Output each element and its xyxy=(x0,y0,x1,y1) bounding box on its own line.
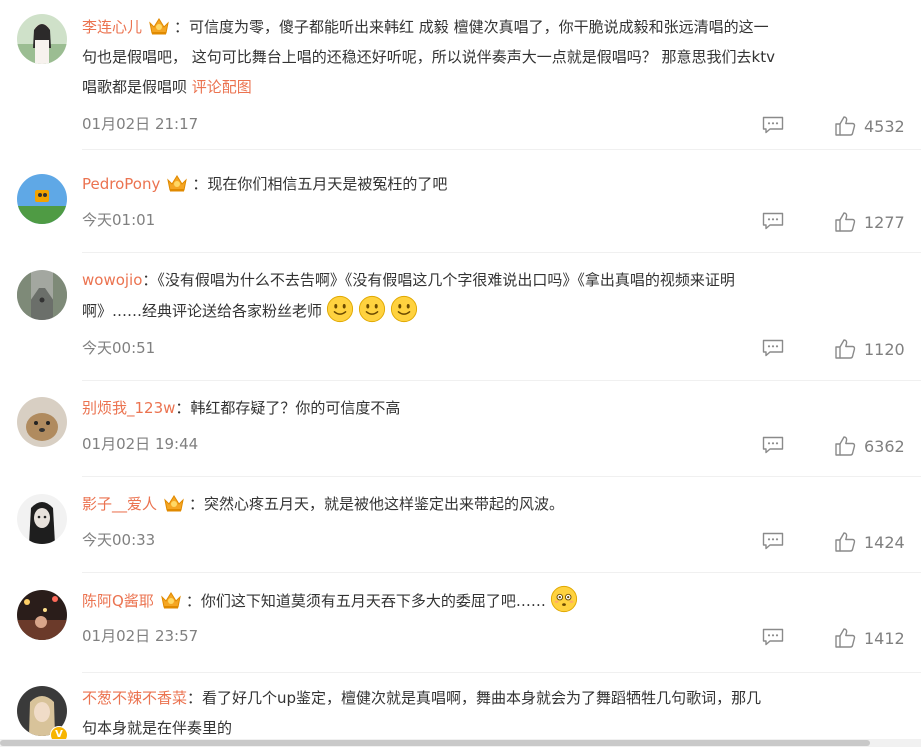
avatar[interactable] xyxy=(17,494,67,544)
comment-item: 陈阿Q酱耶 ：你们这下知道莫须有五月天吞下多大的委屈了吧…… 01月02日 23:… xyxy=(0,573,921,673)
thumbs-up-icon xyxy=(834,211,856,233)
scrollbar-thumb[interactable] xyxy=(0,740,870,746)
comment-body: 别烦我_123w：韩红都存疑了？你的可信度不高 xyxy=(82,393,909,423)
crown-icon xyxy=(163,493,185,513)
avatar[interactable] xyxy=(17,270,67,320)
smile-emoji-icon xyxy=(390,295,418,323)
like-count: 1120 xyxy=(864,339,905,359)
thumbs-up-icon xyxy=(834,338,856,360)
thumbs-up-icon xyxy=(834,435,856,457)
timestamp: 今天01:01 xyxy=(82,211,156,229)
comment-text: 现在你们相信五月天是被冤枉的了吧 xyxy=(207,175,448,193)
comment-text: 突然心疼五月天，就是被他这样鉴定出来带起的风波。 xyxy=(204,495,565,513)
like-button[interactable]: 6362 xyxy=(834,435,905,457)
comment-text: 韩红都存疑了？你的可信度不高 xyxy=(190,399,401,417)
comment-text: 可信度为零，傻子都能听出来韩红 成毅 檀健次真唱了，你干脆说成毅和张远清唱的这一 xyxy=(189,18,769,36)
avatar[interactable] xyxy=(17,397,67,447)
comment-body: 陈阿Q酱耶 ：你们这下知道莫须有五月天吞下多大的委屈了吧…… xyxy=(82,585,909,616)
comment-item: 李连心儿 ：可信度为零，傻子都能听出来韩红 成毅 檀健次真唱了，你干脆说成毅和张远… xyxy=(0,0,921,150)
username-link[interactable]: PedroPony xyxy=(82,175,160,193)
thumbs-up-icon xyxy=(834,531,856,553)
comment-text: 啊》……经典评论送给各家粉丝老师 xyxy=(82,302,323,320)
divider xyxy=(82,149,921,150)
comment-bubble-icon[interactable] xyxy=(762,116,784,134)
like-count: 6362 xyxy=(864,436,905,456)
comment-body: 李连心儿 ：可信度为零，傻子都能听出来韩红 成毅 檀健次真唱了，你干脆说成毅和张远… xyxy=(82,12,909,102)
timestamp: 01月02日 19:44 xyxy=(82,435,199,453)
thumbs-up-icon xyxy=(834,627,856,649)
smile-emoji-icon xyxy=(358,295,386,323)
comment-text: 你们这下知道莫须有五月天吞下多大的委屈了吧…… xyxy=(200,592,546,610)
username-link[interactable]: 别烦我_123w xyxy=(82,399,175,417)
comment-bubble-icon[interactable] xyxy=(762,628,784,646)
comment-item: V 不葱不辣不香菜：看了好几个up鉴定，檀健次就是真唱啊，舞曲本身就会为了舞蹈牺… xyxy=(0,673,921,747)
comment-bubble-icon[interactable] xyxy=(762,339,784,357)
timestamp: 01月02日 23:57 xyxy=(82,627,199,645)
username-link[interactable]: 李连心儿 xyxy=(82,18,142,36)
username-link[interactable]: wowojio xyxy=(82,271,142,289)
like-button[interactable]: 4532 xyxy=(834,115,905,137)
comment-body: PedroPony ：现在你们相信五月天是被冤枉的了吧 xyxy=(82,169,909,199)
comment-item: PedroPony ：现在你们相信五月天是被冤枉的了吧 今天01:01 1277 xyxy=(0,157,921,253)
username-link[interactable]: 不葱不辣不香菜 xyxy=(82,689,187,707)
username-link[interactable]: 影子__爱人 xyxy=(82,495,157,513)
crown-icon xyxy=(160,590,182,610)
timestamp: 今天00:51 xyxy=(82,339,156,357)
like-count: 1277 xyxy=(864,212,905,232)
like-count: 1424 xyxy=(864,532,905,552)
comment-body: wowojio：《没有假唱为什么不去告啊》《没有假唱这几个字很难说出口吗》《拿出… xyxy=(82,265,909,326)
comment-body: 不葱不辣不香菜：看了好几个up鉴定，檀健次就是真唱啊，舞曲本身就会为了舞蹈牺牲几… xyxy=(82,683,909,743)
like-count: 4532 xyxy=(864,116,905,136)
horizontal-scrollbar[interactable] xyxy=(0,739,921,747)
comment-body: 影子__爱人 ：突然心疼五月天，就是被他这样鉴定出来带起的风波。 xyxy=(82,489,909,519)
thumbs-up-icon xyxy=(834,115,856,137)
comment-bubble-icon[interactable] xyxy=(762,532,784,550)
comment-text: 句本身就是在伴奏里的 xyxy=(82,719,233,737)
comment-item: 影子__爱人 ：突然心疼五月天，就是被他这样鉴定出来带起的风波。 今天00:33 … xyxy=(0,477,921,573)
colon: ： xyxy=(175,399,191,417)
colon: ： xyxy=(187,689,203,707)
colon: ： xyxy=(142,271,158,289)
comment-bubble-icon[interactable] xyxy=(762,436,784,454)
comment-image-link[interactable]: 评论配图 xyxy=(192,78,252,96)
username-link[interactable]: 陈阿Q酱耶 xyxy=(82,592,154,610)
comment-text: 《没有假唱为什么不去告啊》《没有假唱这几个字很难说出口吗》《拿出真唱的视频来证明 xyxy=(157,271,735,289)
avatar[interactable] xyxy=(17,14,67,64)
like-button[interactable]: 1120 xyxy=(834,338,905,360)
colon: ： xyxy=(185,592,201,610)
like-button[interactable]: 1424 xyxy=(834,531,905,553)
comment-text: 句也是假唱吧， 这句可比舞台上唱的还稳还好听呢，所以说伴奏声大一点就是假唱吗？ … xyxy=(82,48,775,66)
shocked-emoji-icon xyxy=(550,585,578,613)
like-count: 1412 xyxy=(864,628,905,648)
comment-item: 别烦我_123w：韩红都存疑了？你的可信度不高 01月02日 19:44 636… xyxy=(0,381,921,477)
like-button[interactable]: 1412 xyxy=(834,627,905,649)
avatar[interactable] xyxy=(17,590,67,640)
colon: ： xyxy=(189,495,205,513)
colon: ： xyxy=(192,175,208,193)
comment-text: 唱歌都是假唱呗 xyxy=(82,78,188,96)
crown-icon xyxy=(148,16,170,36)
crown-icon xyxy=(166,173,188,193)
timestamp: 今天00:33 xyxy=(82,531,156,549)
comment-text: 看了好几个up鉴定，檀健次就是真唱啊，舞曲本身就会为了舞蹈牺牲几句歌词，那几 xyxy=(202,689,762,707)
smile-emoji-icon xyxy=(326,295,354,323)
avatar[interactable] xyxy=(17,174,67,224)
like-button[interactable]: 1277 xyxy=(834,211,905,233)
colon: ： xyxy=(174,18,190,36)
comment-bubble-icon[interactable] xyxy=(762,212,784,230)
timestamp: 01月02日 21:17 xyxy=(82,115,199,133)
comment-item: wowojio：《没有假唱为什么不去告啊》《没有假唱这几个字很难说出口吗》《拿出… xyxy=(0,253,921,381)
